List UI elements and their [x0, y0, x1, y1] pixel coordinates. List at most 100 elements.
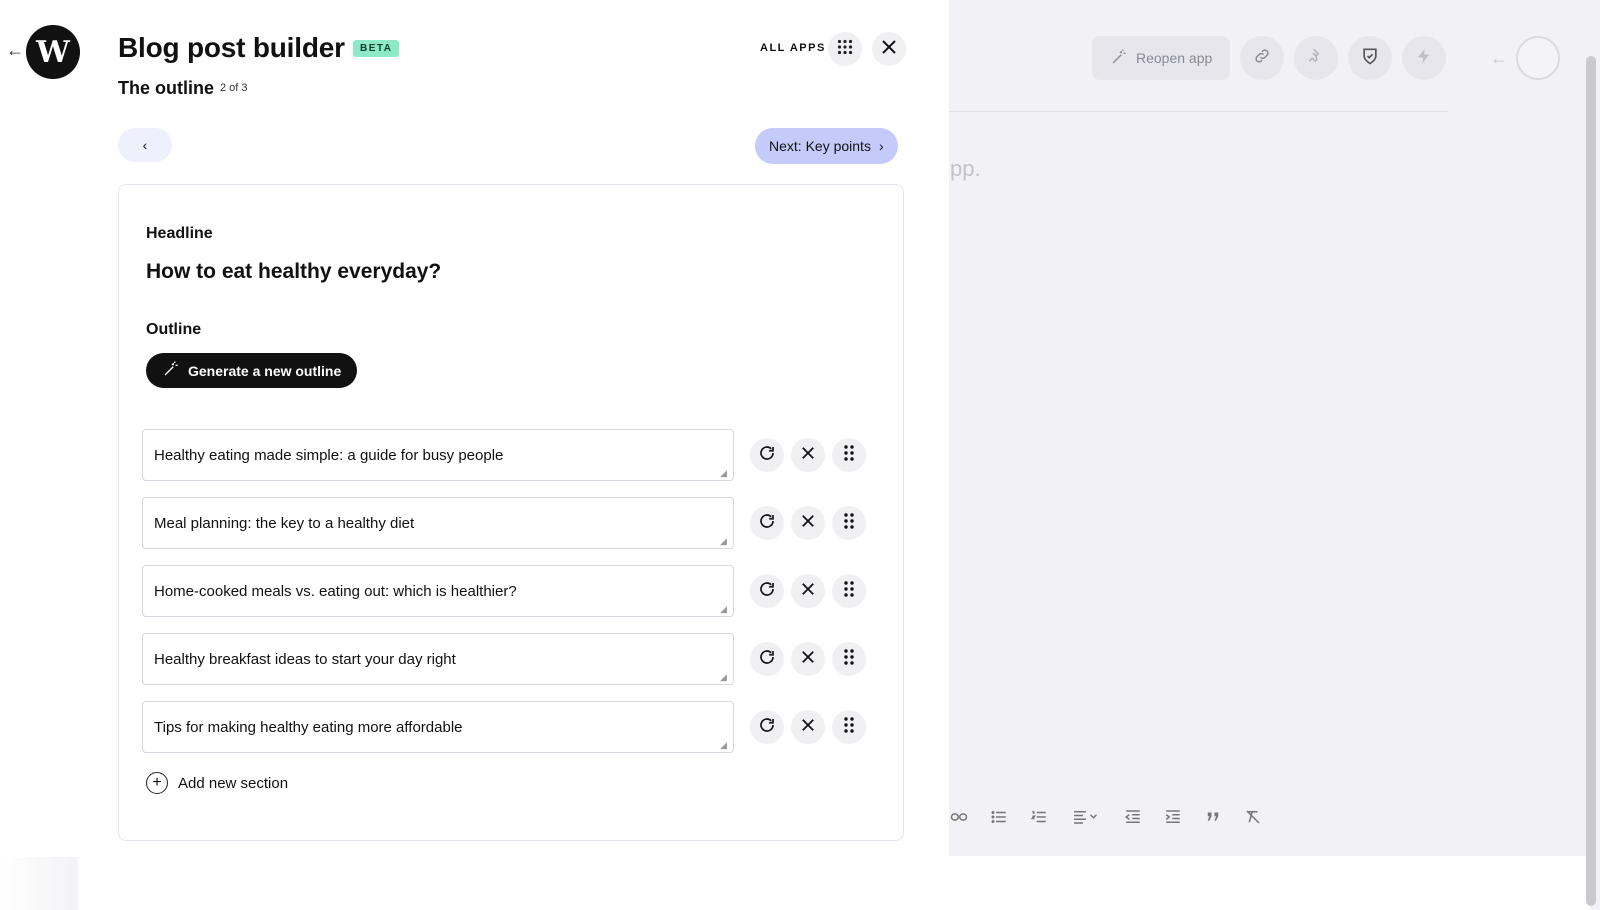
refresh-icon [758, 648, 776, 671]
drag-section-handle[interactable] [832, 506, 866, 540]
avatar[interactable] [1516, 36, 1560, 80]
headline-label: Headline [146, 225, 213, 242]
link-icon [1253, 47, 1271, 70]
drag-section-handle[interactable] [832, 710, 866, 744]
outline-section-row: Healthy eating made simple: a guide for … [142, 429, 872, 481]
magic-wand-icon [1110, 48, 1128, 69]
plus-circle-icon: + [146, 772, 168, 794]
outline-section-row: Healthy breakfast ideas to start your da… [142, 633, 872, 685]
panel-bottom-fade [0, 857, 78, 910]
numbered-list-icon[interactable] [1028, 806, 1050, 828]
all-apps-link[interactable]: ALL APPS [760, 42, 826, 54]
refresh-icon [758, 716, 776, 739]
drag-section-handle[interactable] [832, 642, 866, 676]
section-actions [750, 710, 866, 744]
resize-grip-icon[interactable]: ◢ [720, 536, 730, 546]
section-input[interactable]: Meal planning: the key to a healthy diet [142, 497, 734, 549]
delete-section-button[interactable] [791, 506, 825, 540]
close-icon [801, 718, 815, 737]
delete-section-button[interactable] [791, 574, 825, 608]
drag-section-handle[interactable] [832, 438, 866, 472]
lightning-tool-button[interactable] [1402, 36, 1447, 80]
resize-grip-icon[interactable]: ◢ [720, 468, 730, 478]
section-actions [750, 574, 866, 608]
delete-section-button[interactable] [791, 642, 825, 676]
drag-handle-icon [844, 444, 854, 466]
refresh-icon [758, 512, 776, 535]
format-toolbar [948, 806, 1264, 828]
delete-section-button[interactable] [791, 710, 825, 744]
regenerate-section-button[interactable] [750, 574, 784, 608]
section-actions [750, 438, 866, 472]
section-actions [750, 642, 866, 676]
back-arrow-icon[interactable]: ← [6, 40, 24, 61]
close-icon [801, 514, 815, 533]
lightning-icon [1415, 47, 1433, 70]
close-icon [801, 446, 815, 465]
drag-handle-icon [844, 716, 854, 738]
delete-section-button[interactable] [791, 438, 825, 472]
pin-tool-button[interactable] [1294, 36, 1339, 80]
arrow-left-icon[interactable]: ← [1490, 48, 1508, 69]
bullet-list-icon[interactable] [988, 806, 1010, 828]
outdent-icon[interactable] [1122, 806, 1144, 828]
all-apps-grid-button[interactable] [828, 32, 862, 66]
clear-format-icon[interactable] [1242, 806, 1264, 828]
headline-text[interactable]: How to eat healthy everyday? [146, 260, 441, 284]
regenerate-section-button[interactable] [750, 506, 784, 540]
add-section-button[interactable]: + Add new section [146, 772, 288, 794]
resize-grip-icon[interactable]: ◢ [720, 604, 730, 614]
next-step-label: Next: Key points [769, 138, 871, 154]
drag-handle-icon [844, 580, 854, 602]
editor-divider [948, 111, 1448, 112]
regenerate-section-button[interactable] [750, 710, 784, 744]
close-icon [881, 39, 897, 60]
outline-card: Headline How to eat healthy everyday? Ou… [118, 184, 904, 841]
refresh-icon [758, 580, 776, 603]
outline-section-row: Tips for making healthy eating more affo… [142, 701, 872, 753]
add-section-label: Add new section [178, 774, 289, 792]
drag-section-handle[interactable] [832, 574, 866, 608]
chevron-right-icon: › [878, 138, 884, 154]
magic-wand-icon [162, 360, 180, 381]
resize-grip-icon[interactable]: ◢ [720, 672, 730, 682]
app-logo: W [26, 25, 80, 79]
previous-step-button[interactable]: ‹ [118, 128, 172, 162]
scrollbar[interactable] [1586, 56, 1596, 906]
generate-outline-label: Generate a new outline [188, 362, 342, 379]
step-count: 2 of 3 [220, 82, 248, 94]
section-input[interactable]: Tips for making healthy eating more affo… [142, 701, 734, 753]
step-title: The outline [118, 78, 214, 98]
generate-outline-button[interactable]: Generate a new outline [146, 353, 358, 388]
quote-icon[interactable] [1202, 806, 1224, 828]
link-tool-button[interactable] [1240, 36, 1285, 80]
section-input[interactable]: Healthy eating made simple: a guide for … [142, 429, 734, 481]
editor-top-toolbar: Reopen app [1092, 36, 1447, 80]
outline-label: Outline [146, 321, 202, 338]
section-actions [750, 506, 866, 540]
indent-icon[interactable] [1162, 806, 1184, 828]
close-icon [801, 650, 815, 669]
regenerate-section-button[interactable] [750, 438, 784, 472]
align-icon[interactable] [1068, 806, 1104, 828]
section-input[interactable]: Healthy breakfast ideas to start your da… [142, 633, 734, 685]
editor-placeholder-fragment: pp. [950, 156, 981, 181]
beta-badge: BETA [353, 40, 400, 57]
chevron-left-icon: ‹ [142, 137, 148, 153]
outline-section-row: Meal planning: the key to a healthy diet… [142, 497, 872, 549]
next-step-button[interactable]: Next: Key points › [755, 128, 898, 164]
shield-check-icon [1360, 46, 1380, 71]
outline-section-row: Home-cooked meals vs. eating out: which … [142, 565, 872, 617]
link-format-icon[interactable] [948, 806, 970, 828]
resize-grip-icon[interactable]: ◢ [720, 740, 730, 750]
close-icon [801, 582, 815, 601]
drag-handle-icon [844, 648, 854, 670]
section-input[interactable]: Home-cooked meals vs. eating out: which … [142, 565, 734, 617]
reopen-app-button[interactable]: Reopen app [1092, 36, 1231, 80]
reopen-app-label: Reopen app [1136, 50, 1213, 66]
grid-icon [837, 39, 853, 60]
drag-handle-icon [844, 512, 854, 534]
shield-check-tool-button[interactable] [1348, 36, 1393, 80]
close-panel-button[interactable] [872, 32, 906, 66]
regenerate-section-button[interactable] [750, 642, 784, 676]
